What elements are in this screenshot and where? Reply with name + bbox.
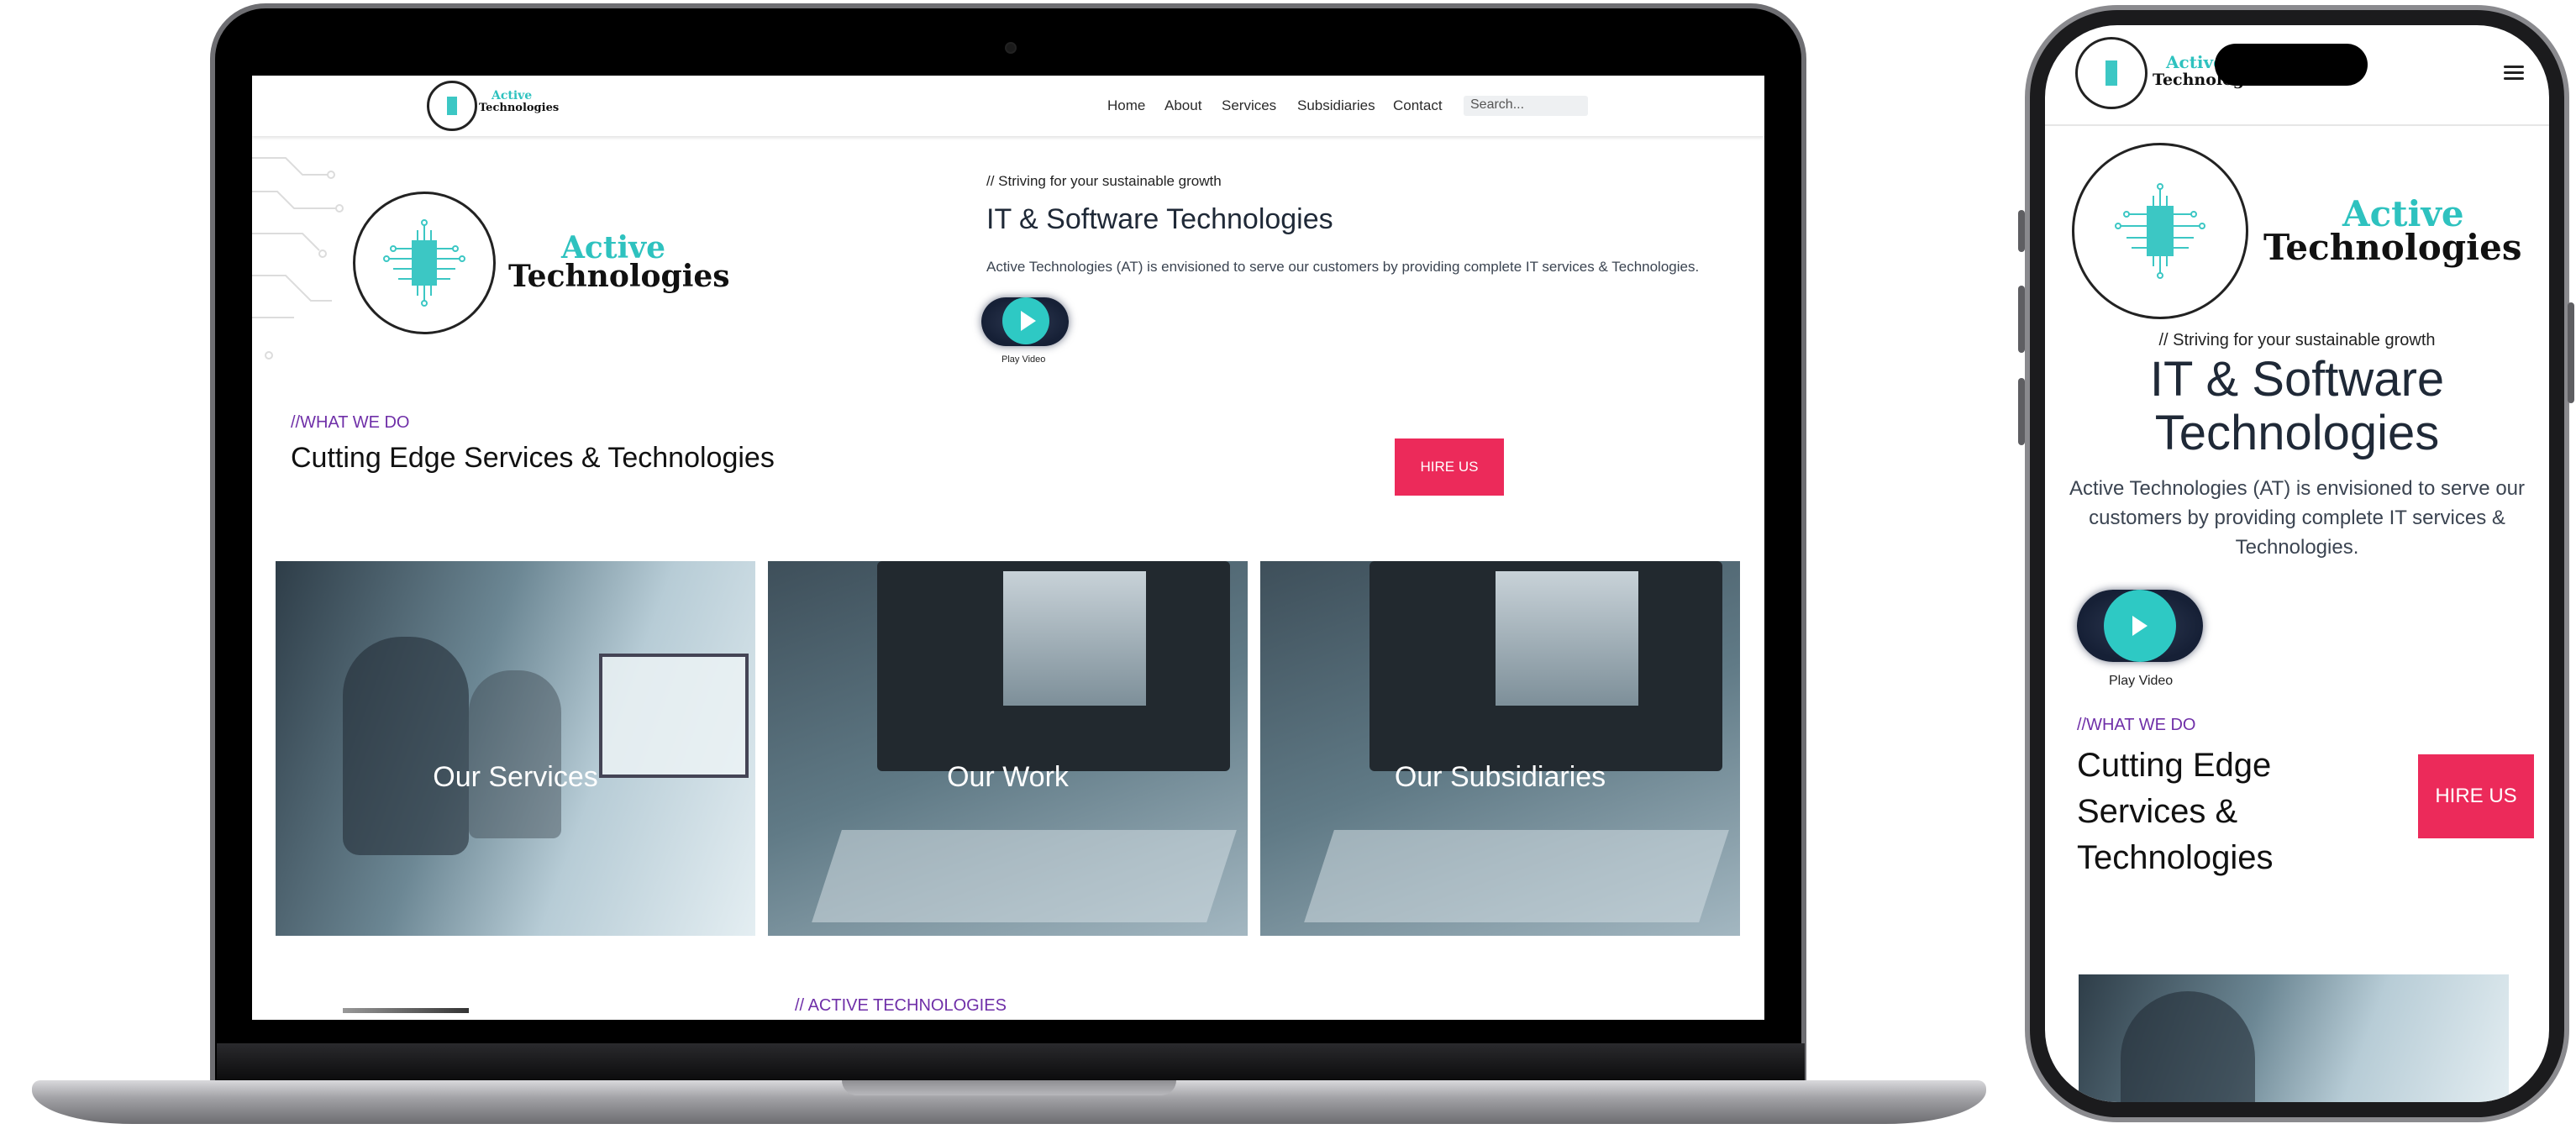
hero-logo — [2072, 143, 2248, 319]
chip-icon — [2105, 60, 2117, 86]
phone-side-button — [2018, 210, 2025, 252]
nav-about[interactable]: About — [1164, 97, 1201, 114]
what-we-do-heading: Cutting Edge Services & Technologies — [291, 442, 775, 474]
play-circle — [1002, 297, 1049, 344]
hero-title: IT & Software Technologies — [2045, 353, 2549, 460]
hamburger-icon[interactable] — [2504, 62, 2524, 83]
hero-title-line2: Technologies — [2154, 406, 2440, 460]
laptop-notch — [842, 1080, 1176, 1095]
chip-icon — [383, 219, 465, 307]
hero-tagline: // Striving for your sustainable growth — [2158, 331, 2436, 349]
hire-us-button[interactable]: HIRE US — [2418, 754, 2534, 838]
hero-title-line1: IT & Software — [2149, 352, 2445, 407]
photo-person — [469, 670, 561, 838]
section-image-edge — [343, 1008, 469, 1013]
hero-brand-line2: Technologies — [508, 259, 730, 294]
chip-icon — [447, 97, 457, 115]
search-input[interactable]: Search... — [1464, 96, 1588, 116]
brand-line1: Active — [492, 89, 533, 102]
photo-keyboard — [812, 830, 1237, 922]
photo-monitor — [1369, 561, 1722, 771]
nav-contact[interactable]: Contact — [1393, 97, 1443, 114]
play-video-label: Play Video — [1001, 354, 1046, 365]
photo-screen — [1496, 571, 1638, 706]
dynamic-island — [2215, 44, 2368, 86]
heading-line: Services & — [2077, 793, 2238, 830]
photo-person — [343, 637, 469, 855]
hire-us-button[interactable]: HIRE US — [1395, 438, 1504, 496]
play-icon — [1021, 311, 1036, 331]
chip-icon — [2115, 183, 2205, 279]
hero-logo — [353, 192, 496, 334]
heading-line: Cutting Edge — [2077, 747, 2272, 784]
heading-line: Technologies — [2077, 839, 2274, 876]
card-our-services[interactable]: Our Services — [276, 561, 755, 936]
photo-person — [2121, 991, 2255, 1102]
photo-screen — [1003, 571, 1146, 706]
hero-brand-line2: Technologies — [2263, 227, 2522, 268]
phone-side-button — [2018, 378, 2025, 445]
nav-home[interactable]: Home — [1107, 97, 1145, 114]
card-our-subsidiaries[interactable]: Our Subsidiaries — [1260, 561, 1740, 936]
what-we-do-heading: Cutting Edge Services & Technologies — [2077, 743, 2274, 881]
laptop-camera — [1005, 42, 1017, 54]
card-label: Our Work — [947, 761, 1069, 793]
phone-side-button — [2568, 302, 2574, 403]
what-we-do-eyebrow: //WHAT WE DO — [291, 413, 410, 432]
card-label: Our Services — [433, 761, 598, 793]
laptop-hinge — [217, 1043, 1805, 1080]
hero-title: IT & Software Technologies — [986, 203, 1333, 235]
navbar: Active Technologies Home About Services … — [252, 76, 1764, 136]
brand-logo[interactable] — [427, 81, 477, 131]
play-video-label: Play Video — [2109, 674, 2174, 688]
play-circle — [2104, 590, 2176, 662]
hero-description: Active Technologies (AT) is envisioned t… — [986, 259, 1700, 275]
what-we-do-eyebrow: //WHAT WE DO — [2077, 716, 2196, 734]
nav-services[interactable]: Services — [1222, 97, 1276, 114]
phone-side-button — [2018, 286, 2025, 353]
play-video-button[interactable] — [981, 297, 1069, 346]
nav-subsidiaries[interactable]: Subsidiaries — [1297, 97, 1375, 114]
laptop-screen: Active Technologies Home About Services … — [252, 76, 1764, 1020]
photo-monitor — [877, 561, 1230, 771]
photo-keyboard — [1304, 830, 1729, 922]
card-label: Our Subsidiaries — [1394, 761, 1606, 793]
hero-tagline: // Striving for your sustainable growth — [986, 173, 1222, 189]
circuit-decoration — [252, 157, 344, 360]
card-our-work[interactable]: Our Work — [768, 561, 1248, 936]
card-our-services[interactable] — [2079, 974, 2509, 1102]
phone-screen: Active Technologies Active Technologies … — [2045, 25, 2549, 1102]
play-icon — [2132, 616, 2148, 636]
section-eyebrow: // ACTIVE TECHNOLOGIES — [795, 996, 1007, 1015]
hero-description: Active Technologies (AT) is envisioned t… — [2069, 477, 2526, 559]
brand-line2: Technologies — [479, 102, 560, 114]
photo-monitor — [599, 654, 749, 778]
brand-logo[interactable] — [2075, 37, 2148, 109]
play-video-button[interactable] — [2077, 590, 2203, 662]
header-divider — [2045, 124, 2549, 126]
